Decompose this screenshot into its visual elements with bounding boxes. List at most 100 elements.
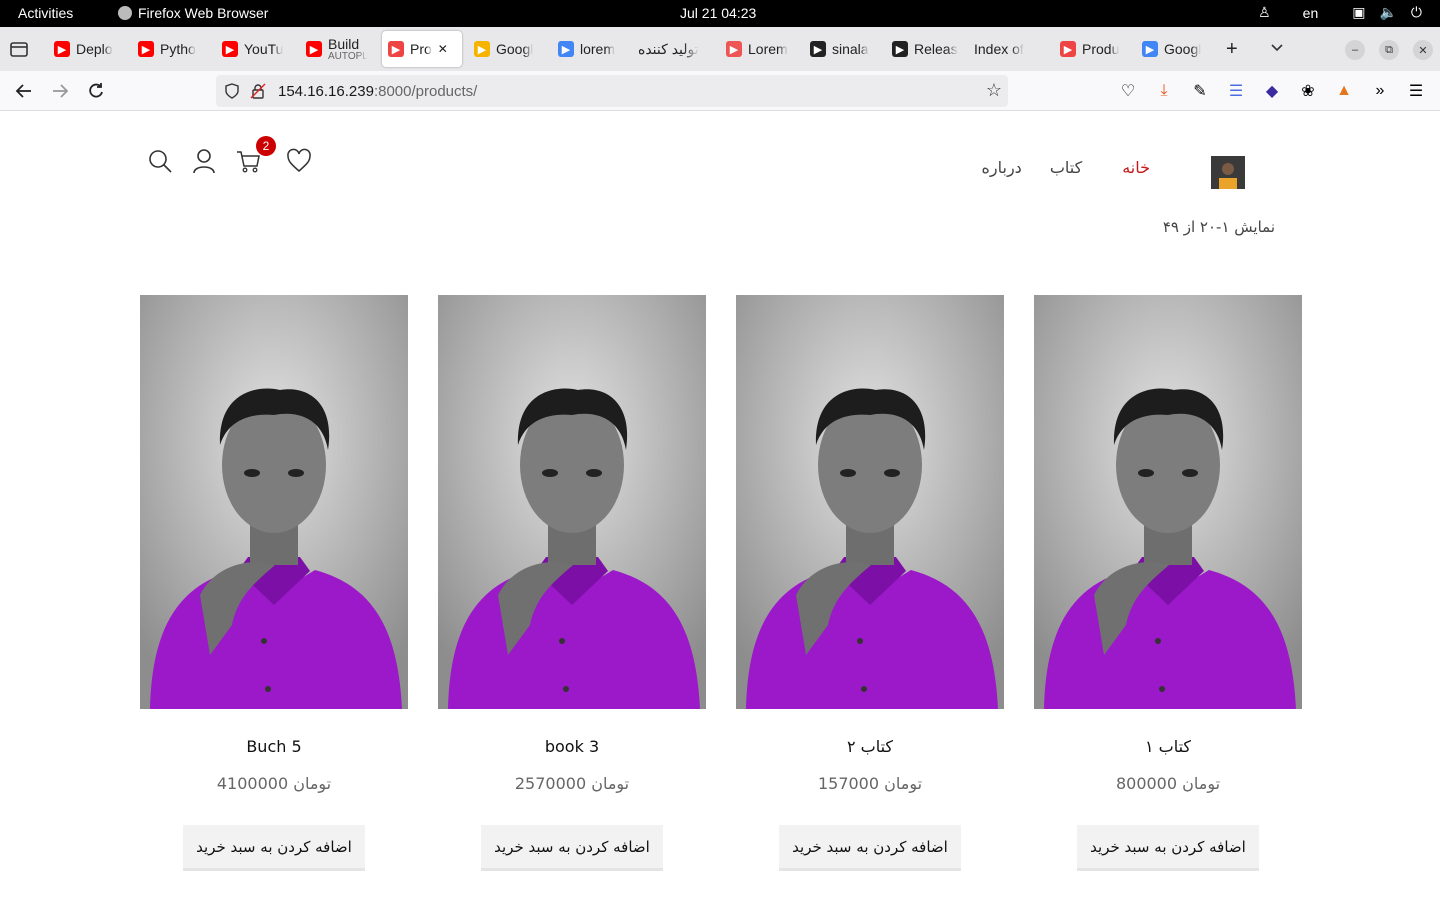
system-tray[interactable]: ♙ en ▣ 🔈 ⏻ (1258, 4, 1422, 21)
insecure-lock-icon[interactable] (250, 83, 266, 99)
clock[interactable]: Jul 21 04:23 (680, 5, 756, 21)
url-bar[interactable]: 154.16.16.239:8000/products/ ☆ (216, 75, 1008, 107)
browser-tab[interactable]: ▶ Releas (886, 31, 964, 67)
new-tab-button[interactable]: + (1226, 39, 1238, 59)
product-photo-figure (736, 295, 1004, 709)
app-menu[interactable]: Firefox Web Browser (118, 5, 268, 21)
search-icon[interactable] (148, 148, 172, 174)
site-logo[interactable] (1211, 156, 1245, 189)
extensions-icon[interactable]: ✎ (1190, 81, 1210, 101)
close-window-button[interactable]: ✕ (1413, 40, 1433, 60)
product-card: کتاب ۲ 157000 تومان اضافه کردن به سبد خر… (736, 295, 1004, 871)
forward-icon[interactable] (50, 81, 70, 101)
back-icon[interactable] (14, 81, 34, 101)
product-image[interactable] (438, 295, 706, 709)
product-image[interactable] (1034, 295, 1302, 709)
product-price: 157000 تومان (817, 774, 923, 793)
volume-icon: 🔈 (1379, 4, 1397, 20)
product-title[interactable]: کتاب ۲ (736, 737, 1004, 756)
add-to-cart-button[interactable]: اضافه کردن به سبد خرید (1077, 825, 1259, 871)
firefox-icon (118, 6, 132, 20)
browser-tab[interactable]: ▶ Lorem (720, 31, 800, 67)
navigation-toolbar: 154.16.16.239:8000/products/ ☆ ♡ ⤓ ✎ ☰ ◆… (0, 71, 1440, 111)
app-name: Firefox Web Browser (138, 5, 269, 21)
browser-tab[interactable]: ▶ Deplo (48, 31, 128, 67)
user-icon: ♙ (1258, 4, 1271, 20)
product-photo-figure (140, 295, 408, 709)
metamask-icon[interactable]: ▲ (1334, 81, 1354, 101)
browser-tab[interactable]: ▶ Pytho (132, 31, 212, 67)
product-image[interactable] (736, 295, 1004, 709)
url-host: 154.16.16.239 (278, 83, 374, 100)
tab-label: Googl (1164, 41, 1202, 57)
add-to-cart-button[interactable]: اضافه کردن به سبد خرید (183, 825, 365, 871)
product-card: Buch 5 4100000 تومان اضافه کردن به سبد خ… (140, 295, 408, 871)
downloads-icon[interactable]: ⤓ (1154, 81, 1174, 101)
add-to-cart-button[interactable]: اضافه کردن به سبد خرید (481, 825, 663, 871)
maximize-button[interactable]: ⧉ (1379, 40, 1399, 60)
translate-extension-icon[interactable]: ☰ (1226, 81, 1246, 101)
google-translate-icon: ▶ (1142, 41, 1158, 57)
activities-button[interactable]: Activities (18, 5, 73, 21)
browser-tab[interactable]: ▶ Build AUTOPL (300, 31, 380, 67)
product-photo-figure (1034, 295, 1302, 709)
product-price: 4100000 تومان (216, 774, 332, 793)
reload-icon[interactable] (86, 81, 106, 101)
cart-button[interactable]: 2 (236, 136, 276, 174)
product-title[interactable]: کتاب ۱ (1034, 737, 1302, 756)
add-to-cart-button[interactable]: اضافه کردن به سبد خرید (779, 825, 961, 871)
browser-tab[interactable]: ▶ lorem (552, 31, 628, 67)
google-keep-icon: ▶ (474, 41, 490, 57)
tab-sublabel: AUTOPL (328, 51, 368, 62)
product-price: 800000 تومان (1115, 774, 1221, 793)
browser-tab[interactable]: تولید کننده (632, 31, 716, 67)
product-card: book 3 2570000 تومان اضافه کردن به سبد خ… (438, 295, 706, 871)
url-text[interactable]: 154.16.16.239:8000/products/ (278, 83, 477, 100)
browser-tab[interactable]: ▶ YouTu (216, 31, 296, 67)
overflow-menu-icon[interactable]: » (1370, 81, 1390, 101)
tab-label: Produ (1082, 41, 1120, 57)
browser-tab[interactable]: ▶ Produ (1054, 31, 1132, 67)
results-count: نمایش ۱-۲۰ از ۴۹ (1162, 218, 1275, 236)
url-path: :8000/products/ (373, 83, 478, 100)
close-tab-icon[interactable]: ✕ (438, 42, 448, 56)
github-icon: ▶ (810, 41, 826, 57)
browser-tab[interactable]: ▶ sinala (804, 31, 882, 67)
product-image[interactable] (140, 295, 408, 709)
hamburger-menu-icon[interactable]: ☰ (1406, 81, 1426, 101)
product-card: کتاب ۱ 800000 تومان اضافه کردن به سبد خر… (1034, 295, 1302, 871)
product-title[interactable]: book 3 (438, 737, 706, 756)
github-icon: ▶ (892, 41, 908, 57)
tab-label: Lorem (748, 41, 788, 57)
bookmark-star-icon[interactable]: ☆ (986, 80, 1002, 101)
cart-count-badge: 2 (256, 136, 276, 156)
wishlist-heart-icon[interactable] (286, 148, 312, 174)
tab-label: YouTu (244, 41, 284, 57)
browser-tab[interactable]: ▶ Pro ✕ (382, 31, 462, 67)
youtube-icon: ▶ (54, 41, 70, 57)
pocket-icon[interactable]: ♡ (1118, 81, 1138, 101)
power-icon: ⏻ (1410, 4, 1422, 20)
browser-tab[interactable]: ▶ Googl (468, 31, 548, 67)
tab-label: تولید کننده (638, 40, 699, 57)
list-tabs-icon[interactable] (8, 39, 30, 59)
browser-tab[interactable]: Index of (968, 31, 1048, 67)
product-title[interactable]: Buch 5 (140, 737, 408, 756)
google-icon: ▶ (558, 41, 574, 57)
chevron-down-icon[interactable] (1270, 41, 1284, 55)
minimize-button[interactable]: – (1345, 40, 1365, 60)
menu-item[interactable]: درباره (982, 158, 1022, 177)
menu-item[interactable]: خانه (1122, 158, 1150, 177)
tab-label: lorem (580, 41, 616, 57)
diamond-extension-icon[interactable]: ◆ (1262, 81, 1282, 101)
product-grid: Buch 5 4100000 تومان اضافه کردن به سبد خ… (140, 295, 1302, 871)
menu-item[interactable]: کتاب (1050, 158, 1082, 177)
user-icon[interactable] (192, 148, 216, 174)
shield-icon[interactable] (224, 83, 240, 99)
main-menu: خانه کتاب درباره (982, 158, 1150, 177)
browser-tab[interactable]: ▶ Googl (1136, 31, 1216, 67)
language-indicator[interactable]: en (1303, 5, 1319, 21)
cookie-extension-icon[interactable]: ❀ (1298, 81, 1318, 101)
tab-label: Googl (496, 41, 534, 57)
tab-label: Pro (410, 41, 432, 57)
